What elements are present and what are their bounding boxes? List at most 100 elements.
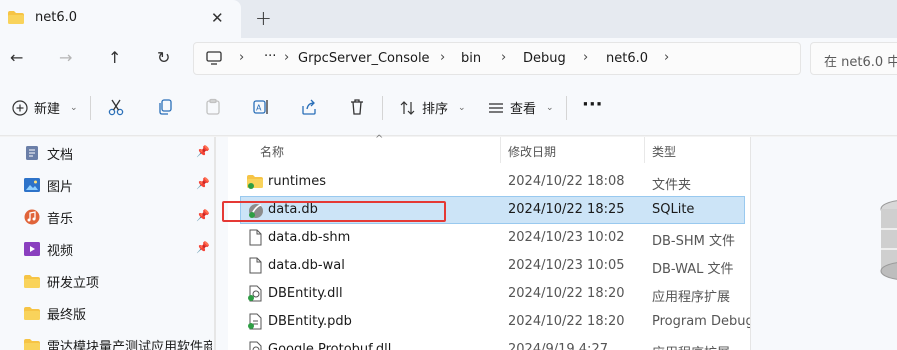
folder-icon xyxy=(8,11,24,24)
file-modified: 2024/10/22 18:25 xyxy=(508,202,625,217)
column-header-type[interactable]: 类型 xyxy=(652,143,676,160)
chevron-down-icon: ⌄ xyxy=(458,102,466,113)
sort-icon xyxy=(400,100,415,115)
column-header-name[interactable]: 名称 xyxy=(260,143,284,160)
rename-icon[interactable]: A xyxy=(251,97,271,117)
sidebar-item-label: 音乐 xyxy=(47,211,74,227)
monitor-icon xyxy=(206,51,222,65)
breadcrumb-separator: › xyxy=(284,50,290,65)
file-list: ^ 名称 修改日期 类型 runtimes 2024/10/22 18:08 文… xyxy=(228,134,754,350)
navigation-pane: 文档 📌 图片 📌 音乐 📌 视频 📌 研发立项 最终版 雷达模块量产测试应用软… xyxy=(0,137,228,350)
pin-icon[interactable]: 📌 xyxy=(196,145,210,158)
table-row[interactable]: DBEntity.pdb 2024/10/22 18:20 Program De… xyxy=(240,308,754,336)
file-modified: 2024/9/19 4:27 xyxy=(508,342,608,350)
breadcrumb-separator: › xyxy=(583,50,589,65)
database-preview-icon xyxy=(880,200,897,280)
forward-button[interactable]: → xyxy=(59,48,72,67)
dll-file-icon xyxy=(248,285,262,302)
table-row[interactable]: Google.Protobuf.dll 2024/9/19 4:27 应用程序扩… xyxy=(240,336,745,350)
pin-icon[interactable]: 📌 xyxy=(196,177,210,190)
sidebar-item-label: 最终版 xyxy=(47,307,87,323)
new-button[interactable]: 新建 ⌄ xyxy=(12,98,78,117)
tab-title: net6.0 xyxy=(35,10,78,25)
breadcrumb-separator: › xyxy=(239,50,245,65)
column-divider[interactable] xyxy=(644,137,645,163)
sort-button[interactable]: 排序 ⌄ xyxy=(400,98,466,117)
sidebar-item-rd-project[interactable]: 研发立项 xyxy=(24,269,214,293)
table-row[interactable]: data.db-shm 2024/10/23 10:02 DB-SHM 文件 xyxy=(240,224,745,252)
copy-icon[interactable] xyxy=(155,97,175,117)
file-name: data.db-shm xyxy=(268,230,351,245)
sidebar-item-music[interactable]: 音乐 📌 xyxy=(24,205,214,229)
breadcrumb-grpcserver[interactable]: GrpcServer_Console xyxy=(298,51,430,66)
column-header-modified[interactable]: 修改日期 xyxy=(508,143,556,160)
breadcrumb-debug[interactable]: Debug xyxy=(523,51,566,66)
tab-strip: net6.0 ✕ + xyxy=(0,0,897,38)
close-tab-icon[interactable]: ✕ xyxy=(211,9,224,27)
file-type: DB-SHM 文件 xyxy=(652,234,735,249)
file-name: runtimes xyxy=(268,174,326,189)
view-button[interactable]: 查看 ⌄ xyxy=(488,98,554,117)
refresh-button[interactable]: ↻ xyxy=(157,48,170,67)
pictures-icon xyxy=(24,177,40,193)
share-icon[interactable] xyxy=(299,97,319,117)
sidebar-item-pictures[interactable]: 图片 📌 xyxy=(24,173,214,197)
pdb-file-icon xyxy=(248,313,262,330)
up-button[interactable]: ↑ xyxy=(108,48,121,67)
breadcrumb-separator: › xyxy=(664,50,670,65)
file-modified: 2024/10/22 18:08 xyxy=(508,174,625,189)
highlight-annotation xyxy=(222,201,446,222)
cut-icon[interactable] xyxy=(106,97,126,117)
breadcrumb-net6[interactable]: net6.0 xyxy=(606,51,648,66)
divider xyxy=(90,96,91,120)
nav-scrollbar[interactable] xyxy=(214,137,216,350)
file-icon xyxy=(249,229,262,246)
table-row[interactable]: data.db-wal 2024/10/23 10:05 DB-WAL 文件 xyxy=(240,252,745,280)
table-row[interactable]: DBEntity.dll 2024/10/22 18:20 应用程序扩展 xyxy=(240,280,745,308)
breadcrumb-separator: › xyxy=(440,50,446,65)
sort-ascending-icon: ^ xyxy=(375,134,384,145)
column-divider[interactable] xyxy=(500,137,501,163)
delete-icon[interactable] xyxy=(347,97,367,117)
folder-icon xyxy=(247,175,263,189)
sidebar-item-videos[interactable]: 视频 📌 xyxy=(24,237,214,261)
pin-icon[interactable]: 📌 xyxy=(196,241,210,254)
address-row: ← → ↑ ↻ › ··· › GrpcServer_Console › bin… xyxy=(0,38,897,80)
file-modified: 2024/10/22 18:20 xyxy=(508,286,625,301)
sidebar-item-label: 文档 xyxy=(47,147,74,163)
paste-icon[interactable] xyxy=(203,97,223,117)
file-name: DBEntity.pdb xyxy=(268,314,352,329)
pin-icon[interactable]: 📌 xyxy=(196,209,210,222)
file-icon xyxy=(249,257,262,274)
breadcrumb-bin[interactable]: bin xyxy=(461,51,481,66)
file-type: 应用程序扩展 xyxy=(652,342,730,350)
chevron-down-icon: ⌄ xyxy=(70,102,78,113)
documents-icon xyxy=(24,145,40,161)
sidebar-item-label: 视频 xyxy=(47,243,74,259)
table-row[interactable]: runtimes 2024/10/22 18:08 文件夹 xyxy=(240,168,745,196)
search-input[interactable]: 在 net6.0 中 xyxy=(810,42,897,75)
view-icon xyxy=(489,102,503,113)
sidebar-item-radar[interactable]: 雷达模块量产测试应用软件商用 xyxy=(24,333,214,350)
more-options-button[interactable]: ··· xyxy=(582,94,603,115)
sidebar-item-label: 雷达模块量产测试应用软件商用 xyxy=(47,339,212,350)
back-button[interactable]: ← xyxy=(10,48,23,67)
file-name: data.db-wal xyxy=(268,258,345,273)
command-bar: 新建 ⌄ A 排序 ⌄ 查看 ⌄ ··· xyxy=(0,80,897,136)
tab-net6[interactable]: net6.0 ✕ xyxy=(0,0,241,38)
new-tab-button[interactable]: + xyxy=(255,6,272,30)
breadcrumb-more[interactable]: ··· xyxy=(264,49,276,64)
file-type: 应用程序扩展 xyxy=(652,290,731,305)
sidebar-item-documents[interactable]: 文档 📌 xyxy=(24,141,214,165)
new-label: 新建 xyxy=(34,102,61,117)
file-type: DB-WAL 文件 xyxy=(652,262,734,277)
sidebar-item-label: 图片 xyxy=(47,179,74,195)
address-bar[interactable]: › ··· › GrpcServer_Console › bin › Debug… xyxy=(193,42,801,75)
dll-file-icon xyxy=(249,341,262,350)
music-icon xyxy=(24,209,40,225)
file-type: Program Debug xyxy=(652,314,754,329)
sidebar-item-label: 研发立项 xyxy=(47,275,100,291)
chevron-down-icon: ⌄ xyxy=(546,102,554,113)
breadcrumb-separator: › xyxy=(501,50,507,65)
sidebar-item-final[interactable]: 最终版 xyxy=(24,301,214,325)
